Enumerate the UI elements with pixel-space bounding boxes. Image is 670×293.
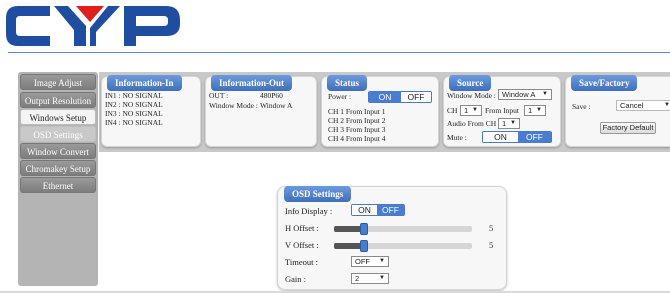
window-mode-select[interactable]: Window A ▼	[498, 89, 552, 100]
input-1-status: IN1 : NO SIGNAL	[105, 91, 163, 100]
power-on-option[interactable]: ON	[369, 92, 401, 102]
mute-toggle[interactable]: ON OFF	[482, 131, 552, 143]
window-mode-value: Window A	[260, 101, 293, 110]
sidebar-item-windows-setup[interactable]: Windows Setup	[20, 109, 96, 125]
from-input-select[interactable]: 1 ▼	[524, 105, 546, 116]
information-in-title: Information-In	[107, 75, 182, 91]
h-offset-slider[interactable]	[334, 223, 472, 235]
window-mode-label: Window Mode :	[209, 101, 258, 110]
sidebar-item-output-resolution[interactable]: Output Resolution	[20, 92, 96, 108]
h-offset-value: 5	[489, 223, 494, 233]
info-display-toggle[interactable]: ON OFF	[351, 204, 405, 216]
ch-label: CH	[447, 106, 458, 115]
header-divider	[8, 52, 670, 53]
v-offset-slider[interactable]	[334, 240, 472, 252]
timeout-label: Timeout :	[285, 257, 318, 267]
input-2-status: IN2 : NO SIGNAL	[105, 100, 163, 109]
from-input-label: From Input	[485, 106, 519, 115]
chevron-down-icon: ▼	[664, 102, 670, 108]
input-4-status: IN4 : NO SIGNAL	[105, 118, 163, 127]
sidebar-nav: Image Adjust Output Resolution Windows S…	[18, 72, 98, 286]
gain-label: Gain :	[285, 274, 307, 284]
source-window-mode-label: Window Mode :	[447, 91, 496, 100]
status-title: Status	[327, 75, 368, 91]
audio-from-ch-label: Audio From CH	[447, 119, 497, 128]
information-in-panel: Information-In IN1 : NO SIGNAL IN2 : NO …	[101, 75, 201, 147]
power-off-option[interactable]: OFF	[401, 92, 431, 102]
channel-2-route: CH 2 From Input 2	[328, 116, 386, 125]
mute-off-option[interactable]: OFF	[518, 132, 551, 142]
status-panel: Status Power : ON OFF CH 1 From Input 1 …	[321, 75, 439, 147]
sidebar-item-image-adjust[interactable]: Image Adjust	[20, 74, 96, 90]
mute-on-option[interactable]: ON	[483, 132, 518, 142]
chevron-down-icon: ▼	[379, 258, 385, 264]
chevron-down-icon: ▼	[542, 91, 548, 97]
save-select[interactable]: Cancel ▼	[616, 100, 670, 111]
channel-3-route: CH 3 From Input 3	[328, 125, 386, 134]
save-factory-title: Save/Factory	[571, 75, 638, 91]
save-label: Save :	[572, 102, 591, 111]
h-offset-thumb[interactable]	[360, 223, 369, 235]
v-offset-value: 5	[489, 240, 494, 250]
audio-from-ch-select[interactable]: 1 ▼	[498, 118, 520, 129]
out-label: OUT :	[209, 91, 229, 100]
source-panel: Source Window Mode : Window A ▼ CH 1 ▼ Fro…	[443, 75, 561, 147]
timeout-select[interactable]: OFF ▼	[351, 256, 389, 267]
channel-select[interactable]: 1 ▼	[460, 105, 482, 116]
v-offset-thumb[interactable]	[360, 240, 369, 252]
h-offset-label: H Offset :	[285, 223, 319, 233]
information-out-title: Information-Out	[211, 75, 292, 91]
v-offset-label: V Offset :	[285, 240, 319, 250]
info-display-off-option[interactable]: OFF	[377, 205, 404, 215]
out-value: 480P60	[260, 91, 283, 100]
osd-settings-panel: OSD Settings Info Display : ON OFF H Off…	[277, 186, 507, 290]
sidebar-item-chromakey-setup[interactable]: Chromakey Setup	[20, 160, 96, 176]
chevron-down-icon: ▼	[379, 275, 385, 281]
chevron-down-icon: ▼	[536, 107, 542, 113]
power-label: Power :	[328, 92, 352, 101]
input-3-status: IN3 : NO SIGNAL	[105, 109, 163, 118]
factory-default-button[interactable]: Factory Default	[600, 122, 656, 134]
channel-1-route: CH 1 From Input 1	[328, 107, 386, 116]
sidebar-item-osd-settings[interactable]: OSD Settings	[20, 126, 96, 142]
information-out-panel: Information-Out OUT : 480P60 Window Mode…	[205, 75, 317, 147]
chevron-down-icon: ▼	[510, 120, 516, 126]
save-factory-panel: Save/Factory Save : Cancel ▼ Factory Defa…	[565, 75, 670, 147]
sidebar-item-window-convert[interactable]: Window Convert	[20, 143, 96, 159]
cyp-logo	[6, 6, 180, 46]
chevron-down-icon: ▼	[472, 107, 478, 113]
power-toggle[interactable]: ON OFF	[368, 91, 432, 103]
gain-select[interactable]: 2 ▼	[351, 273, 389, 284]
sidebar-item-ethernet[interactable]: Ethernet	[20, 177, 96, 193]
mute-label: Mute :	[447, 133, 467, 142]
osd-settings-title: OSD Settings	[284, 186, 352, 202]
source-title: Source	[449, 75, 492, 91]
channel-4-route: CH 4 From Input 4	[328, 134, 386, 143]
info-display-on-option[interactable]: ON	[352, 205, 377, 215]
info-display-label: Info Display :	[285, 206, 333, 216]
